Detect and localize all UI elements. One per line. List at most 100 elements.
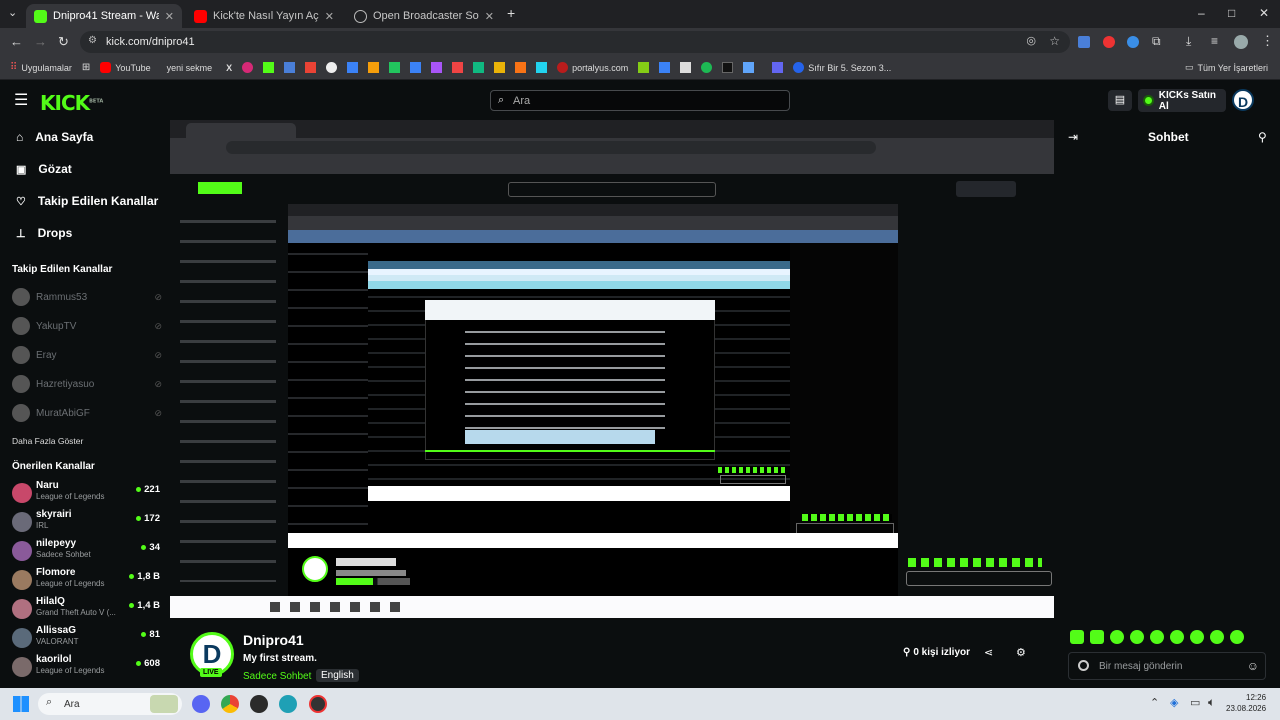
followed-channel[interactable]: Rammus53 ⊘ — [12, 286, 162, 308]
followed-channel[interactable]: YakupTV ⊘ — [12, 315, 162, 337]
nav-browse[interactable]: ▣ Gözat — [16, 162, 72, 176]
stream-settings-icon[interactable]: ⚙ — [1016, 646, 1026, 659]
bookmark-new-tab[interactable]: yeni sekme — [167, 63, 213, 73]
chatgpt-icon[interactable] — [326, 62, 338, 73]
recommended-channel[interactable]: Flomore League of Legends 1,8 B — [12, 567, 162, 591]
close-tab-icon[interactable]: ✕ — [165, 10, 174, 23]
recommended-channel[interactable]: HilalQ Grand Theft Auto V (... 1,4 B — [12, 596, 162, 620]
bookmark-icon-19[interactable] — [659, 62, 671, 73]
download-icon[interactable]: ⤓ — [1186, 34, 1191, 49]
kick-logo[interactable]: KICKBETA — [40, 91, 103, 115]
user-avatar[interactable]: D — [1232, 89, 1254, 111]
bookmark-apps[interactable]: ⠿ Uygulamalar — [10, 62, 72, 73]
kick-icon[interactable] — [263, 62, 275, 73]
bookmark-icon-15[interactable] — [515, 62, 527, 73]
extensions-puzzle-icon[interactable]: ⧉ — [1152, 34, 1161, 49]
recommended-channel[interactable]: skyrairi IRL 172 — [12, 509, 162, 533]
share-icon[interactable]: ⋖ — [984, 646, 993, 659]
emote-icon[interactable] — [1170, 630, 1184, 644]
video-player[interactable] — [170, 120, 1054, 618]
nav-following[interactable]: ♡ Takip Edilen Kanallar — [16, 194, 158, 208]
obs-icon[interactable] — [250, 695, 268, 713]
tab-kick-howto[interactable]: Kick'te Nasıl Yayın Açılır? (2026 ✕ — [186, 4, 342, 28]
nav-drops[interactable]: ⊥ Drops — [16, 226, 72, 240]
bookmark-icon-8[interactable] — [368, 62, 380, 73]
emote-icon[interactable] — [1210, 630, 1224, 644]
close-tab-icon[interactable]: ✕ — [325, 10, 334, 23]
spotify-icon[interactable] — [701, 62, 713, 73]
wifi-icon[interactable]: ▭ — [1190, 696, 1200, 709]
discord-icon[interactable] — [192, 695, 210, 713]
media-control-icon[interactable]: ≡ — [1211, 34, 1218, 48]
chat-users-icon[interactable]: ⚲ — [1258, 130, 1267, 144]
all-bookmarks[interactable]: ▭ Tüm Yer İşaretleri — [1185, 62, 1268, 73]
nav-home[interactable]: ⌂ Ana Sayfa — [16, 130, 93, 144]
address-bar[interactable]: ⚙ kick.com/dnipro41 ◎ ☆ — [80, 31, 1070, 53]
back-icon[interactable]: ← — [10, 34, 23, 49]
bookmark-icon-11[interactable] — [431, 62, 443, 73]
stream-category[interactable]: Sadece Sohbet — [243, 671, 311, 682]
close-window-button[interactable]: ✕ — [1259, 6, 1269, 20]
close-tab-icon[interactable]: ✕ — [485, 10, 494, 23]
emoji-icon[interactable]: ☺ — [1247, 659, 1259, 673]
eye-off-icon[interactable]: ◎ — [1026, 34, 1036, 47]
followed-channel[interactable]: Eray ⊘ — [12, 344, 162, 366]
bookmark-star-icon[interactable]: ☆ — [1049, 34, 1060, 48]
bookmark-icon-14[interactable] — [494, 62, 506, 73]
bookmark-youtube[interactable]: YouTube — [100, 62, 151, 73]
reload-icon[interactable]: ↻ — [58, 34, 69, 50]
chat-settings-icon[interactable] — [1078, 660, 1089, 671]
windows-start-icon[interactable] — [13, 696, 29, 712]
search-input[interactable]: ⌕ Ara — [490, 90, 790, 111]
emote-icon[interactable] — [1070, 630, 1084, 644]
tray-chevron-icon[interactable]: ⌃ — [1150, 696, 1159, 709]
maximize-button[interactable]: □ — [1228, 6, 1235, 20]
tiktok-icon[interactable] — [722, 62, 734, 73]
network-icon[interactable]: ◈ — [1170, 696, 1178, 709]
minimize-button[interactable]: – — [1198, 6, 1205, 20]
taskbar-search[interactable]: ⌕ Ara — [38, 693, 182, 715]
emote-icon[interactable] — [1150, 630, 1164, 644]
tab-obs[interactable]: Open Broadcaster Software | O ✕ — [346, 4, 502, 28]
followed-channel[interactable]: MuratAbiGF ⊘ — [12, 402, 162, 424]
show-more-link[interactable]: Daha Fazla Göster — [12, 436, 83, 446]
extension-record-icon[interactable] — [1103, 36, 1115, 48]
emote-icon[interactable] — [1110, 630, 1124, 644]
translate-icon[interactable] — [284, 62, 296, 73]
clock[interactable]: 12:26 23.08.2026 — [1226, 692, 1266, 714]
theater-mode-icon[interactable]: ▤ — [1108, 90, 1132, 111]
followed-channel[interactable]: Hazretiyasuo ⊘ — [12, 373, 162, 395]
bookmark-icon-18[interactable] — [638, 62, 650, 73]
forward-icon[interactable]: → — [34, 34, 47, 49]
edge-icon[interactable] — [279, 695, 297, 713]
bookmark-icon-7[interactable] — [347, 62, 359, 73]
emote-icon[interactable] — [1090, 630, 1104, 644]
tab-dnipro41[interactable]: Dnipro41 Stream - Watch Live o ✕ — [26, 4, 182, 28]
bookmark-icon-13[interactable] — [473, 62, 485, 73]
recommended-channel[interactable]: Naru League of Legends 221 — [12, 480, 162, 504]
bookmark-icon-20[interactable] — [680, 62, 692, 73]
bookmark-icon-12[interactable] — [452, 62, 464, 73]
new-tab-button[interactable]: + — [507, 5, 515, 21]
volume-icon[interactable]: 🔈︎ — [1208, 695, 1215, 710]
recommended-channel[interactable]: nilepeyy Sadece Sohbet 34 — [12, 538, 162, 562]
x-icon[interactable]: X — [226, 63, 232, 73]
channel-name[interactable]: Dnipro41 — [243, 632, 304, 648]
bookmark-portalyus[interactable]: portalyus.com — [557, 62, 628, 73]
emote-icon[interactable] — [1130, 630, 1144, 644]
bookmark-icon-23[interactable] — [743, 62, 755, 73]
extension-translate-icon[interactable] — [1078, 36, 1090, 48]
instagram-icon[interactable] — [242, 62, 254, 73]
collapse-chat-icon[interactable]: ⇥ — [1068, 130, 1078, 144]
hamburger-menu-icon[interactable]: ☰ — [14, 90, 28, 110]
chrome-icon[interactable] — [221, 695, 239, 713]
extension-blue-icon[interactable] — [1127, 36, 1139, 48]
recommended-channel[interactable]: kaorilol League of Legends 608 — [12, 654, 162, 678]
buy-kicks-button[interactable]: KICKs Satın Al — [1138, 89, 1226, 112]
recorder-icon[interactable] — [309, 695, 327, 713]
bookmark-icon-10[interactable] — [410, 62, 422, 73]
chat-message-input[interactable]: Bir mesaj gönderin ☺ — [1068, 652, 1266, 680]
bookmark-sifir-bir[interactable]: Sıfır Bir 5. Sezon 3... — [793, 62, 891, 73]
profile-avatar[interactable] — [1234, 35, 1248, 49]
browser-menu-icon[interactable]: ⋮ — [1261, 33, 1274, 49]
